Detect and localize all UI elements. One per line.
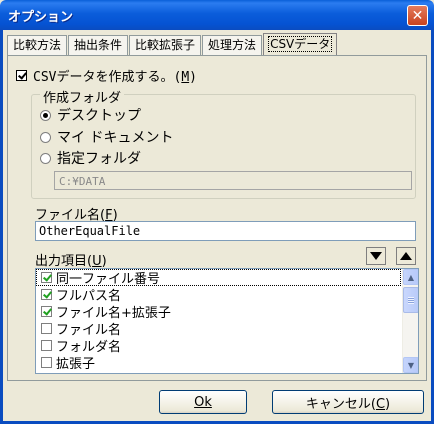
csv-create-checkbox-row[interactable]: CSVデータを作成する。(M) (16, 66, 197, 85)
tab-label: 比較方法 (13, 38, 62, 52)
radio-specified-folder[interactable]: 指定フォルダ (40, 148, 141, 168)
radio-my-documents[interactable]: マイ ドキュメント (40, 127, 173, 147)
move-down-button[interactable] (366, 247, 386, 265)
radio-label: 指定フォルダ (57, 151, 141, 167)
cancel-button[interactable]: キャンセル(C) (272, 390, 424, 414)
window-title: オプション (8, 10, 74, 25)
list-scrollbar[interactable]: ▲ ▼ (402, 269, 418, 373)
tab-compare-extensions[interactable]: 比較拡張子 (129, 35, 202, 55)
close-icon: ✕ (411, 7, 424, 24)
list-item[interactable]: 同一ファイル番号 (36, 269, 401, 287)
list-item[interactable]: フォルダ名 (36, 337, 418, 355)
item-label: 拡張子 (56, 357, 96, 372)
radio-button[interactable] (40, 152, 51, 164)
ok-button[interactable]: Ok (159, 390, 247, 414)
output-folder-legend: 作成フォルダ (40, 87, 125, 106)
move-up-button[interactable] (396, 247, 416, 265)
tab-extract-conditions[interactable]: 抽出条件 (68, 35, 129, 55)
radio-label: デスクトップ (57, 108, 141, 124)
list-item[interactable]: ファイル名+拡張子 (36, 303, 418, 321)
item-checkbox[interactable] (41, 289, 52, 300)
tab-label: 処理方法 (208, 38, 257, 52)
cancel-label: キャンセル(C) (305, 396, 391, 412)
folder-path-input[interactable]: C:¥DATA (54, 171, 412, 190)
radio-desktop[interactable]: デスクトップ (40, 105, 141, 125)
list-item[interactable]: 拡張子 (36, 354, 418, 372)
window-frame-left (0, 30, 3, 424)
chevron-down-icon: ▼ (407, 360, 415, 370)
triangle-down-icon (370, 252, 382, 260)
tab-csv-data[interactable]: CSVデータ (263, 33, 338, 55)
radio-button[interactable] (40, 131, 51, 143)
output-items-label: 出力項目(U) (35, 254, 107, 269)
output-folder-group: 作成フォルダ デスクトップ マイ ドキュメント 指定フォルダ C:¥DATA (31, 87, 416, 199)
chevron-up-icon: ▲ (407, 272, 415, 282)
tab-processing-method[interactable]: 処理方法 (202, 35, 263, 55)
csv-create-label: CSVデータを作成する。(M) (33, 70, 197, 85)
item-checkbox[interactable] (41, 340, 52, 351)
list-item[interactable]: ファイル名 (36, 320, 418, 338)
item-checkbox[interactable] (41, 306, 52, 317)
tab-label: 抽出条件 (74, 38, 123, 52)
triangle-up-icon (400, 252, 412, 260)
close-button[interactable]: ✕ (407, 5, 428, 26)
tab-compare-method[interactable]: 比較方法 (7, 35, 68, 55)
list-item[interactable]: フルパス名 (36, 286, 418, 304)
radio-label: マイ ドキュメント (57, 130, 174, 146)
output-items-list[interactable]: 同一ファイル番号 フルパス名 ファイル名+拡張子 ファイル名 フォルダ名 拡張子… (35, 268, 419, 374)
tab-strip: 比較方法 抽出条件 比較拡張子 処理方法 CSVデータ (7, 33, 338, 55)
csv-create-checkbox[interactable] (16, 70, 27, 81)
ok-label: Ok (194, 394, 212, 410)
item-checkbox[interactable] (41, 272, 52, 283)
radio-button[interactable] (40, 109, 51, 121)
scroll-up-button[interactable]: ▲ (403, 269, 418, 285)
title-bar: オプション ✕ (0, 0, 434, 30)
scroll-thumb[interactable] (403, 287, 418, 313)
tab-label: CSVデータ (268, 36, 333, 52)
tab-label: 比較拡張子 (135, 38, 196, 52)
item-checkbox[interactable] (41, 357, 52, 368)
item-checkbox[interactable] (41, 323, 52, 334)
scroll-down-button[interactable]: ▼ (403, 357, 418, 373)
filename-input[interactable]: OtherEqualFile (35, 221, 416, 241)
